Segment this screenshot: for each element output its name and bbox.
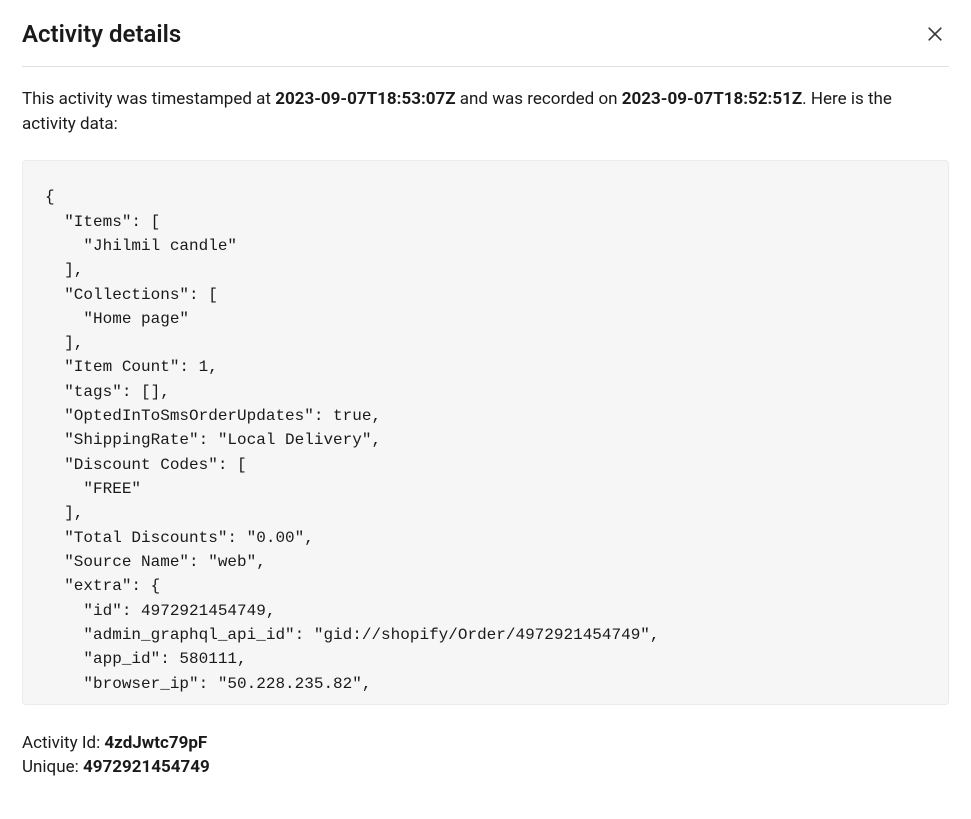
- unique-label: Unique:: [22, 757, 83, 777]
- close-icon: [925, 24, 945, 44]
- timestamped-at: 2023-09-07T18:53:07Z: [275, 89, 455, 109]
- dialog-header: Activity details: [22, 20, 949, 67]
- activity-id-row: Activity Id: 4zdJwtc79pF: [22, 731, 949, 755]
- intro-middle: and was recorded on: [456, 89, 622, 109]
- dialog-title: Activity details: [22, 20, 181, 48]
- activity-id-label: Activity Id:: [22, 733, 104, 753]
- intro-text: This activity was timestamped at 2023-09…: [22, 67, 949, 136]
- activity-details-dialog: Activity details This activity was times…: [0, 0, 971, 819]
- close-button[interactable]: [921, 20, 949, 48]
- dialog-footer: Activity Id: 4zdJwtc79pF Unique: 4972921…: [22, 705, 949, 779]
- recorded-on: 2023-09-07T18:52:51Z: [622, 89, 802, 109]
- intro-prefix: This activity was timestamped at: [22, 89, 275, 109]
- activity-id-value: 4zdJwtc79pF: [104, 733, 207, 753]
- activity-data-code[interactable]: { "Items": [ "Jhilmil candle" ], "Collec…: [22, 160, 949, 705]
- unique-row: Unique: 4972921454749: [22, 755, 949, 779]
- unique-value: 4972921454749: [83, 757, 210, 777]
